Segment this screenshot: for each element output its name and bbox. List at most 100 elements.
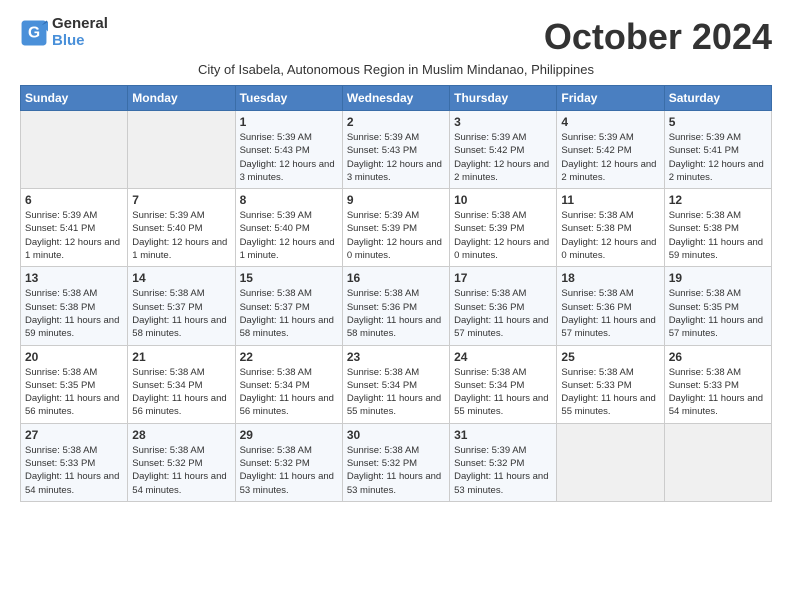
day-number: 21	[132, 350, 230, 364]
calendar-cell: 7Sunrise: 5:39 AM Sunset: 5:40 PM Daylig…	[128, 189, 235, 267]
month-title: October 2024	[544, 16, 772, 58]
logo: G General Blue	[20, 16, 108, 49]
day-number: 12	[669, 193, 767, 207]
calendar-cell: 22 Sunrise: 5:38 AM Sunset: 5:34 PM Dayli…	[235, 345, 342, 423]
day-number: 20	[25, 350, 123, 364]
day-info: Sunrise: 5:38 AM Sunset: 5:33 PM Dayligh…	[669, 366, 767, 419]
day-number: 15	[240, 271, 338, 285]
calendar-week-row: 20 Sunrise: 5:38 AM Sunset: 5:35 PM Dayli…	[21, 345, 772, 423]
day-number: 30	[347, 428, 445, 442]
day-info: Sunrise: 5:38 AM Sunset: 5:35 PM Dayligh…	[669, 287, 767, 340]
day-number: 4	[561, 115, 659, 129]
calendar-cell	[664, 423, 771, 501]
day-info: Sunrise: 5:38 AM Sunset: 5:37 PM Dayligh…	[132, 287, 230, 340]
day-number: 2	[347, 115, 445, 129]
calendar-cell: 18Sunrise: 5:38 AM Sunset: 5:36 PM Dayli…	[557, 267, 664, 345]
day-info: Sunrise: 5:38 AM Sunset: 5:37 PM Dayligh…	[240, 287, 338, 340]
day-info: Sunrise: 5:38 AM Sunset: 5:38 PM Dayligh…	[25, 287, 123, 340]
day-number: 26	[669, 350, 767, 364]
calendar-cell: 14Sunrise: 5:38 AM Sunset: 5:37 PM Dayli…	[128, 267, 235, 345]
calendar-cell: 8Sunrise: 5:39 AM Sunset: 5:40 PM Daylig…	[235, 189, 342, 267]
day-number: 27	[25, 428, 123, 442]
calendar-week-row: 27 Sunrise: 5:38 AM Sunset: 5:33 PM Dayli…	[21, 423, 772, 501]
calendar-cell: 29 Sunrise: 5:38 AM Sunset: 5:32 PM Dayli…	[235, 423, 342, 501]
weekday-header: Wednesday	[342, 86, 449, 111]
day-number: 22	[240, 350, 338, 364]
logo-line2: Blue	[52, 33, 108, 50]
day-info: Sunrise: 5:38 AM Sunset: 5:32 PM Dayligh…	[240, 444, 338, 497]
day-info: Sunrise: 5:39 AM Sunset: 5:43 PM Dayligh…	[240, 131, 338, 184]
calendar-cell: 24 Sunrise: 5:38 AM Sunset: 5:34 PM Dayli…	[450, 345, 557, 423]
calendar-cell: 12 Sunrise: 5:38 AM Sunset: 5:38 PM Dayli…	[664, 189, 771, 267]
day-info: Sunrise: 5:38 AM Sunset: 5:36 PM Dayligh…	[454, 287, 552, 340]
day-number: 16	[347, 271, 445, 285]
calendar-cell: 6 Sunrise: 5:39 AM Sunset: 5:41 PM Daylig…	[21, 189, 128, 267]
calendar-week-row: 6 Sunrise: 5:39 AM Sunset: 5:41 PM Daylig…	[21, 189, 772, 267]
weekday-header: Monday	[128, 86, 235, 111]
day-info: Sunrise: 5:38 AM Sunset: 5:34 PM Dayligh…	[132, 366, 230, 419]
calendar-cell: 3Sunrise: 5:39 AM Sunset: 5:42 PM Daylig…	[450, 111, 557, 189]
header: G General Blue October 2024	[20, 16, 772, 58]
day-info: Sunrise: 5:39 AM Sunset: 5:42 PM Dayligh…	[561, 131, 659, 184]
day-info: Sunrise: 5:38 AM Sunset: 5:34 PM Dayligh…	[240, 366, 338, 419]
calendar-table: SundayMondayTuesdayWednesdayThursdayFrid…	[20, 85, 772, 502]
calendar-cell: 16 Sunrise: 5:38 AM Sunset: 5:36 PM Dayli…	[342, 267, 449, 345]
day-number: 6	[25, 193, 123, 207]
day-number: 11	[561, 193, 659, 207]
calendar-cell: 30 Sunrise: 5:38 AM Sunset: 5:32 PM Dayli…	[342, 423, 449, 501]
calendar-cell: 4 Sunrise: 5:39 AM Sunset: 5:42 PM Daylig…	[557, 111, 664, 189]
day-info: Sunrise: 5:38 AM Sunset: 5:32 PM Dayligh…	[347, 444, 445, 497]
day-info: Sunrise: 5:38 AM Sunset: 5:32 PM Dayligh…	[132, 444, 230, 497]
day-number: 1	[240, 115, 338, 129]
weekday-header: Sunday	[21, 86, 128, 111]
calendar-cell: 19 Sunrise: 5:38 AM Sunset: 5:35 PM Dayli…	[664, 267, 771, 345]
calendar-cell: 23 Sunrise: 5:38 AM Sunset: 5:34 PM Dayli…	[342, 345, 449, 423]
calendar-cell: 2Sunrise: 5:39 AM Sunset: 5:43 PM Daylig…	[342, 111, 449, 189]
calendar-cell: 9 Sunrise: 5:39 AM Sunset: 5:39 PM Daylig…	[342, 189, 449, 267]
day-number: 7	[132, 193, 230, 207]
calendar-week-row: 13Sunrise: 5:38 AM Sunset: 5:38 PM Dayli…	[21, 267, 772, 345]
calendar-cell	[557, 423, 664, 501]
day-number: 10	[454, 193, 552, 207]
weekday-header-row: SundayMondayTuesdayWednesdayThursdayFrid…	[21, 86, 772, 111]
day-number: 19	[669, 271, 767, 285]
calendar-cell: 25Sunrise: 5:38 AM Sunset: 5:33 PM Dayli…	[557, 345, 664, 423]
day-info: Sunrise: 5:38 AM Sunset: 5:36 PM Dayligh…	[347, 287, 445, 340]
day-number: 28	[132, 428, 230, 442]
subtitle: City of Isabela, Autonomous Region in Mu…	[20, 62, 772, 77]
day-info: Sunrise: 5:39 AM Sunset: 5:41 PM Dayligh…	[25, 209, 123, 262]
day-info: Sunrise: 5:38 AM Sunset: 5:34 PM Dayligh…	[454, 366, 552, 419]
calendar-cell: 31Sunrise: 5:39 AM Sunset: 5:32 PM Dayli…	[450, 423, 557, 501]
day-info: Sunrise: 5:39 AM Sunset: 5:39 PM Dayligh…	[347, 209, 445, 262]
calendar-cell: 28 Sunrise: 5:38 AM Sunset: 5:32 PM Dayli…	[128, 423, 235, 501]
day-number: 29	[240, 428, 338, 442]
logo-icon: G	[20, 19, 48, 47]
weekday-header: Thursday	[450, 86, 557, 111]
day-info: Sunrise: 5:38 AM Sunset: 5:39 PM Dayligh…	[454, 209, 552, 262]
day-info: Sunrise: 5:38 AM Sunset: 5:38 PM Dayligh…	[561, 209, 659, 262]
calendar-cell: 26 Sunrise: 5:38 AM Sunset: 5:33 PM Dayli…	[664, 345, 771, 423]
day-info: Sunrise: 5:39 AM Sunset: 5:42 PM Dayligh…	[454, 131, 552, 184]
calendar-cell: 17 Sunrise: 5:38 AM Sunset: 5:36 PM Dayli…	[450, 267, 557, 345]
calendar-cell	[128, 111, 235, 189]
weekday-header: Tuesday	[235, 86, 342, 111]
calendar-cell: 10 Sunrise: 5:38 AM Sunset: 5:39 PM Dayli…	[450, 189, 557, 267]
calendar-cell: 11 Sunrise: 5:38 AM Sunset: 5:38 PM Dayli…	[557, 189, 664, 267]
svg-text:G: G	[28, 24, 40, 41]
day-number: 5	[669, 115, 767, 129]
calendar-cell: 27 Sunrise: 5:38 AM Sunset: 5:33 PM Dayli…	[21, 423, 128, 501]
day-number: 9	[347, 193, 445, 207]
day-info: Sunrise: 5:38 AM Sunset: 5:34 PM Dayligh…	[347, 366, 445, 419]
calendar-cell	[21, 111, 128, 189]
day-number: 17	[454, 271, 552, 285]
day-info: Sunrise: 5:38 AM Sunset: 5:35 PM Dayligh…	[25, 366, 123, 419]
calendar-cell: 20 Sunrise: 5:38 AM Sunset: 5:35 PM Dayli…	[21, 345, 128, 423]
calendar-cell: 1 Sunrise: 5:39 AM Sunset: 5:43 PM Daylig…	[235, 111, 342, 189]
day-number: 18	[561, 271, 659, 285]
day-number: 23	[347, 350, 445, 364]
calendar-cell: 21 Sunrise: 5:38 AM Sunset: 5:34 PM Dayli…	[128, 345, 235, 423]
day-info: Sunrise: 5:38 AM Sunset: 5:33 PM Dayligh…	[25, 444, 123, 497]
day-info: Sunrise: 5:38 AM Sunset: 5:38 PM Dayligh…	[669, 209, 767, 262]
weekday-header: Saturday	[664, 86, 771, 111]
day-number: 24	[454, 350, 552, 364]
